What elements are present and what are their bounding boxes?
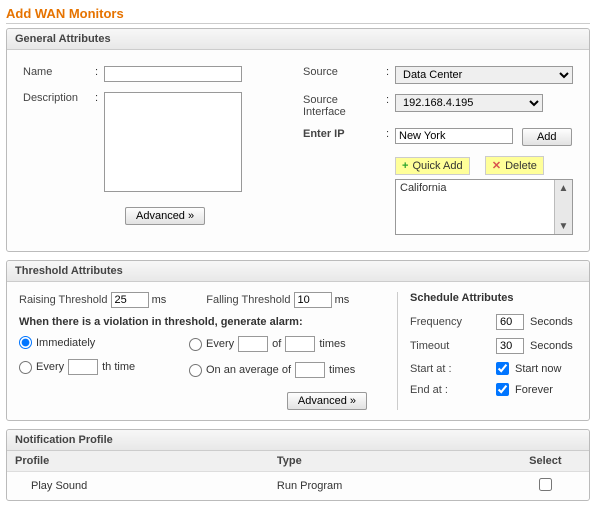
add-button[interactable]: Add — [522, 128, 572, 146]
radio-avg[interactable] — [189, 364, 202, 377]
threshold-header: Threshold Attributes — [7, 261, 589, 282]
opt-immediately: Immediately — [36, 337, 95, 349]
list-item[interactable]: California — [400, 182, 446, 194]
source-interface-select[interactable]: 192.168.4.195 — [395, 94, 543, 112]
radio-every-th[interactable] — [19, 361, 32, 374]
enter-ip-label: Enter IP — [303, 128, 345, 140]
general-panel: General Attributes Name : Description : … — [6, 28, 590, 252]
start-now-checkbox[interactable] — [496, 362, 509, 375]
description-label: Description — [23, 92, 78, 104]
general-header: General Attributes — [7, 29, 589, 50]
name-label: Name — [23, 66, 52, 78]
source-select[interactable]: Data Center — [395, 66, 573, 84]
every-of-input-1[interactable] — [238, 336, 268, 352]
scrollbar[interactable]: ▲ ▼ — [554, 180, 572, 234]
select-checkbox[interactable] — [539, 478, 552, 491]
enter-ip-input[interactable] — [395, 128, 513, 144]
notification-table: Profile Type Select Play Sound Run Progr… — [7, 451, 589, 500]
source-interface-label: Source Interface — [303, 94, 346, 118]
frequency-label: Frequency — [410, 316, 490, 328]
falling-input[interactable] — [294, 292, 332, 308]
advanced-button-general[interactable]: Advanced » — [125, 207, 205, 225]
cross-icon: ✕ — [492, 159, 501, 172]
ms-label: ms — [152, 294, 167, 306]
col-type: Type — [269, 451, 502, 472]
every-of-input-2[interactable] — [285, 336, 315, 352]
col-select: Select — [502, 451, 589, 472]
raising-label: Raising Threshold — [19, 294, 107, 306]
end-at-label: End at : — [410, 384, 490, 396]
ip-listbox[interactable]: California ▲ ▼ — [395, 179, 573, 235]
advanced-button-threshold[interactable]: Advanced » — [287, 392, 367, 410]
table-row: Play Sound Run Program — [7, 472, 589, 501]
scroll-down-icon[interactable]: ▼ — [555, 218, 572, 234]
col-profile: Profile — [7, 451, 269, 472]
delete-button[interactable]: ✕Delete — [485, 156, 544, 175]
ms-label: ms — [335, 294, 350, 306]
avg-input[interactable] — [295, 362, 325, 378]
every-th-input[interactable] — [68, 359, 98, 375]
raising-input[interactable] — [111, 292, 149, 308]
quick-add-button[interactable]: +Quick Add — [395, 157, 470, 175]
cell-profile: Play Sound — [7, 472, 269, 501]
start-at-label: Start at : — [410, 363, 490, 375]
falling-label: Falling Threshold — [206, 294, 290, 306]
notification-header: Notification Profile — [7, 430, 589, 451]
plus-icon: + — [402, 160, 408, 172]
threshold-panel: Threshold Attributes Raising Threshold m… — [6, 260, 590, 421]
scroll-up-icon[interactable]: ▲ — [555, 180, 572, 196]
radio-every-of[interactable] — [189, 338, 202, 351]
forever-checkbox[interactable] — [496, 383, 509, 396]
timeout-input[interactable] — [496, 338, 524, 354]
cell-type: Run Program — [269, 472, 502, 501]
name-input[interactable] — [104, 66, 242, 82]
source-label: Source — [303, 66, 338, 78]
timeout-label: Timeout — [410, 340, 490, 352]
radio-immediately[interactable] — [19, 336, 32, 349]
schedule-header: Schedule Attributes — [410, 292, 577, 304]
description-textarea[interactable] — [104, 92, 242, 192]
notification-panel: Notification Profile Profile Type Select… — [6, 429, 590, 501]
page-title: Add WAN Monitors — [6, 6, 590, 24]
frequency-input[interactable] — [496, 314, 524, 330]
violation-label: When there is a violation in threshold, … — [19, 316, 397, 328]
